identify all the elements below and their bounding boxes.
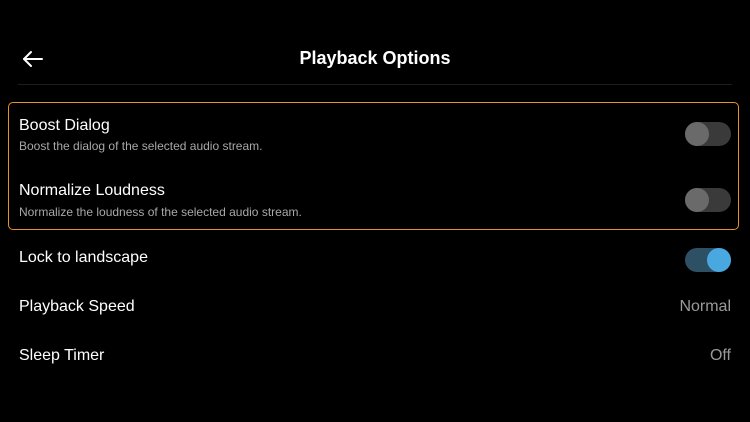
toggle-knob [707,248,731,272]
setting-label: Boost Dialog [19,117,110,134]
lock-landscape-toggle[interactable] [685,248,731,272]
header-divider [18,84,732,85]
toggle-knob [685,188,709,212]
normalize-loudness-toggle[interactable] [685,188,731,212]
setting-row-sleep-timer[interactable]: Sleep Timer Off [0,342,750,376]
setting-row-boost-dialog[interactable]: Boost Dialog Boost the dialog of the sel… [0,112,750,166]
setting-row-playback-speed[interactable]: Playback Speed Normal [0,293,750,327]
setting-row-lock-landscape[interactable]: Lock to landscape [0,244,750,278]
page-title: Playback Options [299,48,451,68]
header: Playback Options [0,0,750,84]
playback-options-screen: Playback Options Boost Dialog Boost the … [0,0,750,422]
setting-description: Boost the dialog of the selected audio s… [19,139,263,153]
setting-description: Normalize the loudness of the selected a… [19,205,302,219]
boost-dialog-toggle[interactable] [685,122,731,146]
toggle-knob [685,122,709,146]
setting-value: Off [709,347,731,364]
setting-label: Normalize Loudness [19,182,165,199]
setting-label: Sleep Timer [19,347,105,364]
setting-row-normalize-loudness[interactable]: Normalize Loudness Normalize the loudnes… [0,177,750,231]
setting-label: Playback Speed [19,298,135,315]
setting-value: Normal [679,298,731,315]
setting-label: Lock to landscape [19,249,148,266]
